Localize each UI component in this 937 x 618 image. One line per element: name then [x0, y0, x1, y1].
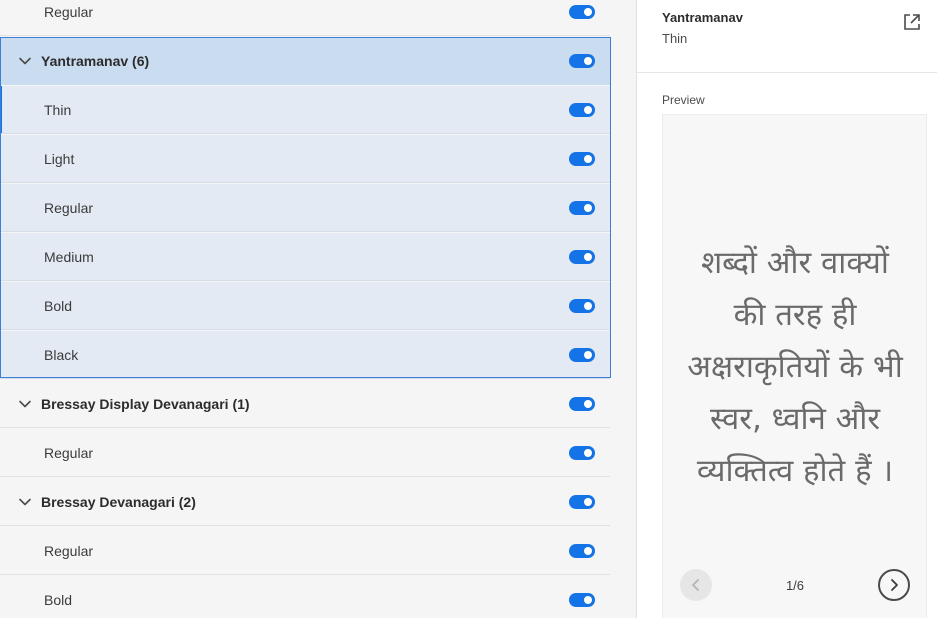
- chevron-left-icon: [692, 579, 699, 591]
- external-link-icon[interactable]: [903, 13, 921, 31]
- font-style-row[interactable]: Regular: [0, 527, 610, 575]
- previous-page-button[interactable]: [680, 569, 712, 601]
- chevron-right-icon: [891, 579, 898, 591]
- font-style-row[interactable]: Bold: [0, 576, 610, 618]
- font-style-label: Black: [44, 347, 79, 363]
- font-style-label: Regular: [44, 543, 94, 559]
- font-details-panel: Yantramanav Thin Preview शब्दों और वाक्य…: [636, 0, 937, 618]
- font-style-row[interactable]: Regular: [0, 0, 610, 36]
- preview-line: व्यक्तित्व होते हैं ।: [696, 453, 894, 489]
- toggle-knob: [584, 596, 592, 604]
- toggle-knob: [584, 400, 592, 408]
- toggle-knob: [584, 106, 592, 114]
- details-header: Yantramanav Thin: [637, 0, 937, 73]
- toggle-knob: [584, 155, 592, 163]
- activate-toggle[interactable]: [569, 593, 595, 607]
- font-family-label: Bressay Devanagari (2): [41, 494, 196, 510]
- preview-text: शब्दों और वाक्यों की तरह ही अक्षराकृतियो…: [675, 237, 915, 497]
- toggle-knob: [584, 8, 592, 16]
- activate-toggle[interactable]: [569, 152, 595, 166]
- font-style: Thin: [662, 31, 688, 46]
- font-style-label: Light: [44, 151, 75, 167]
- activate-toggle[interactable]: [569, 495, 595, 509]
- font-style-label: Regular: [44, 445, 94, 461]
- toggle-knob: [584, 449, 592, 457]
- toggle-knob: [584, 204, 592, 212]
- activate-toggle[interactable]: [569, 544, 595, 558]
- activate-toggle[interactable]: [569, 103, 595, 117]
- activate-toggle[interactable]: [569, 5, 595, 19]
- font-style-label: Bold: [44, 298, 73, 314]
- font-style-row[interactable]: Black: [0, 331, 610, 379]
- font-style-label: Medium: [44, 249, 94, 265]
- font-style-row[interactable]: Thin: [0, 86, 610, 134]
- font-family-row[interactable]: Bressay Devanagari (2): [0, 478, 610, 526]
- toggle-knob: [584, 253, 592, 261]
- toggle-knob: [584, 302, 592, 310]
- font-style-label: Bold: [44, 592, 73, 608]
- font-style-row[interactable]: Bold: [0, 282, 610, 330]
- chevron-down-icon[interactable]: [18, 54, 32, 68]
- page-indicator: 1/6: [785, 578, 805, 593]
- font-style-label: Thin: [44, 102, 72, 118]
- activate-toggle[interactable]: [569, 201, 595, 215]
- preview-line: अक्षराकृतियों के भी: [687, 349, 903, 385]
- activate-toggle[interactable]: [569, 348, 595, 362]
- preview-label: Preview: [662, 93, 705, 107]
- toggle-knob: [584, 351, 592, 359]
- activate-toggle[interactable]: [569, 250, 595, 264]
- activate-toggle[interactable]: [569, 54, 595, 68]
- font-name: Yantramanav: [662, 10, 743, 25]
- preview-line: स्वर, ध्वनि और: [709, 401, 881, 437]
- font-style-row[interactable]: Regular: [0, 429, 610, 477]
- font-family-row[interactable]: Bressay Display Devanagari (1): [0, 380, 610, 428]
- activate-toggle[interactable]: [569, 299, 595, 313]
- font-style-row[interactable]: Regular: [0, 184, 610, 232]
- font-style-row[interactable]: Medium: [0, 233, 610, 281]
- chevron-down-icon[interactable]: [18, 397, 32, 411]
- toggle-knob: [584, 498, 592, 506]
- preview-line: की तरह ही: [733, 297, 857, 333]
- font-family-row[interactable]: Yantramanav (6): [0, 37, 610, 85]
- font-family-label: Yantramanav (6): [41, 53, 150, 69]
- font-list-panel: Regular Yantramanav (6) Thin Light Regular Me…: [0, 0, 611, 618]
- next-page-button[interactable]: [878, 569, 910, 601]
- font-style-label: Regular: [44, 4, 94, 20]
- chevron-down-icon[interactable]: [18, 495, 32, 509]
- font-style-row[interactable]: Light: [0, 135, 610, 183]
- font-family-label: Bressay Display Devanagari (1): [41, 396, 250, 412]
- preview-card: शब्दों और वाक्यों की तरह ही अक्षराकृतियो…: [662, 114, 927, 618]
- toggle-knob: [584, 547, 592, 555]
- toggle-knob: [584, 57, 592, 65]
- activate-toggle[interactable]: [569, 446, 595, 460]
- font-style-label: Regular: [44, 200, 94, 216]
- preview-line: शब्दों और वाक्यों: [701, 245, 889, 281]
- activate-toggle[interactable]: [569, 397, 595, 411]
